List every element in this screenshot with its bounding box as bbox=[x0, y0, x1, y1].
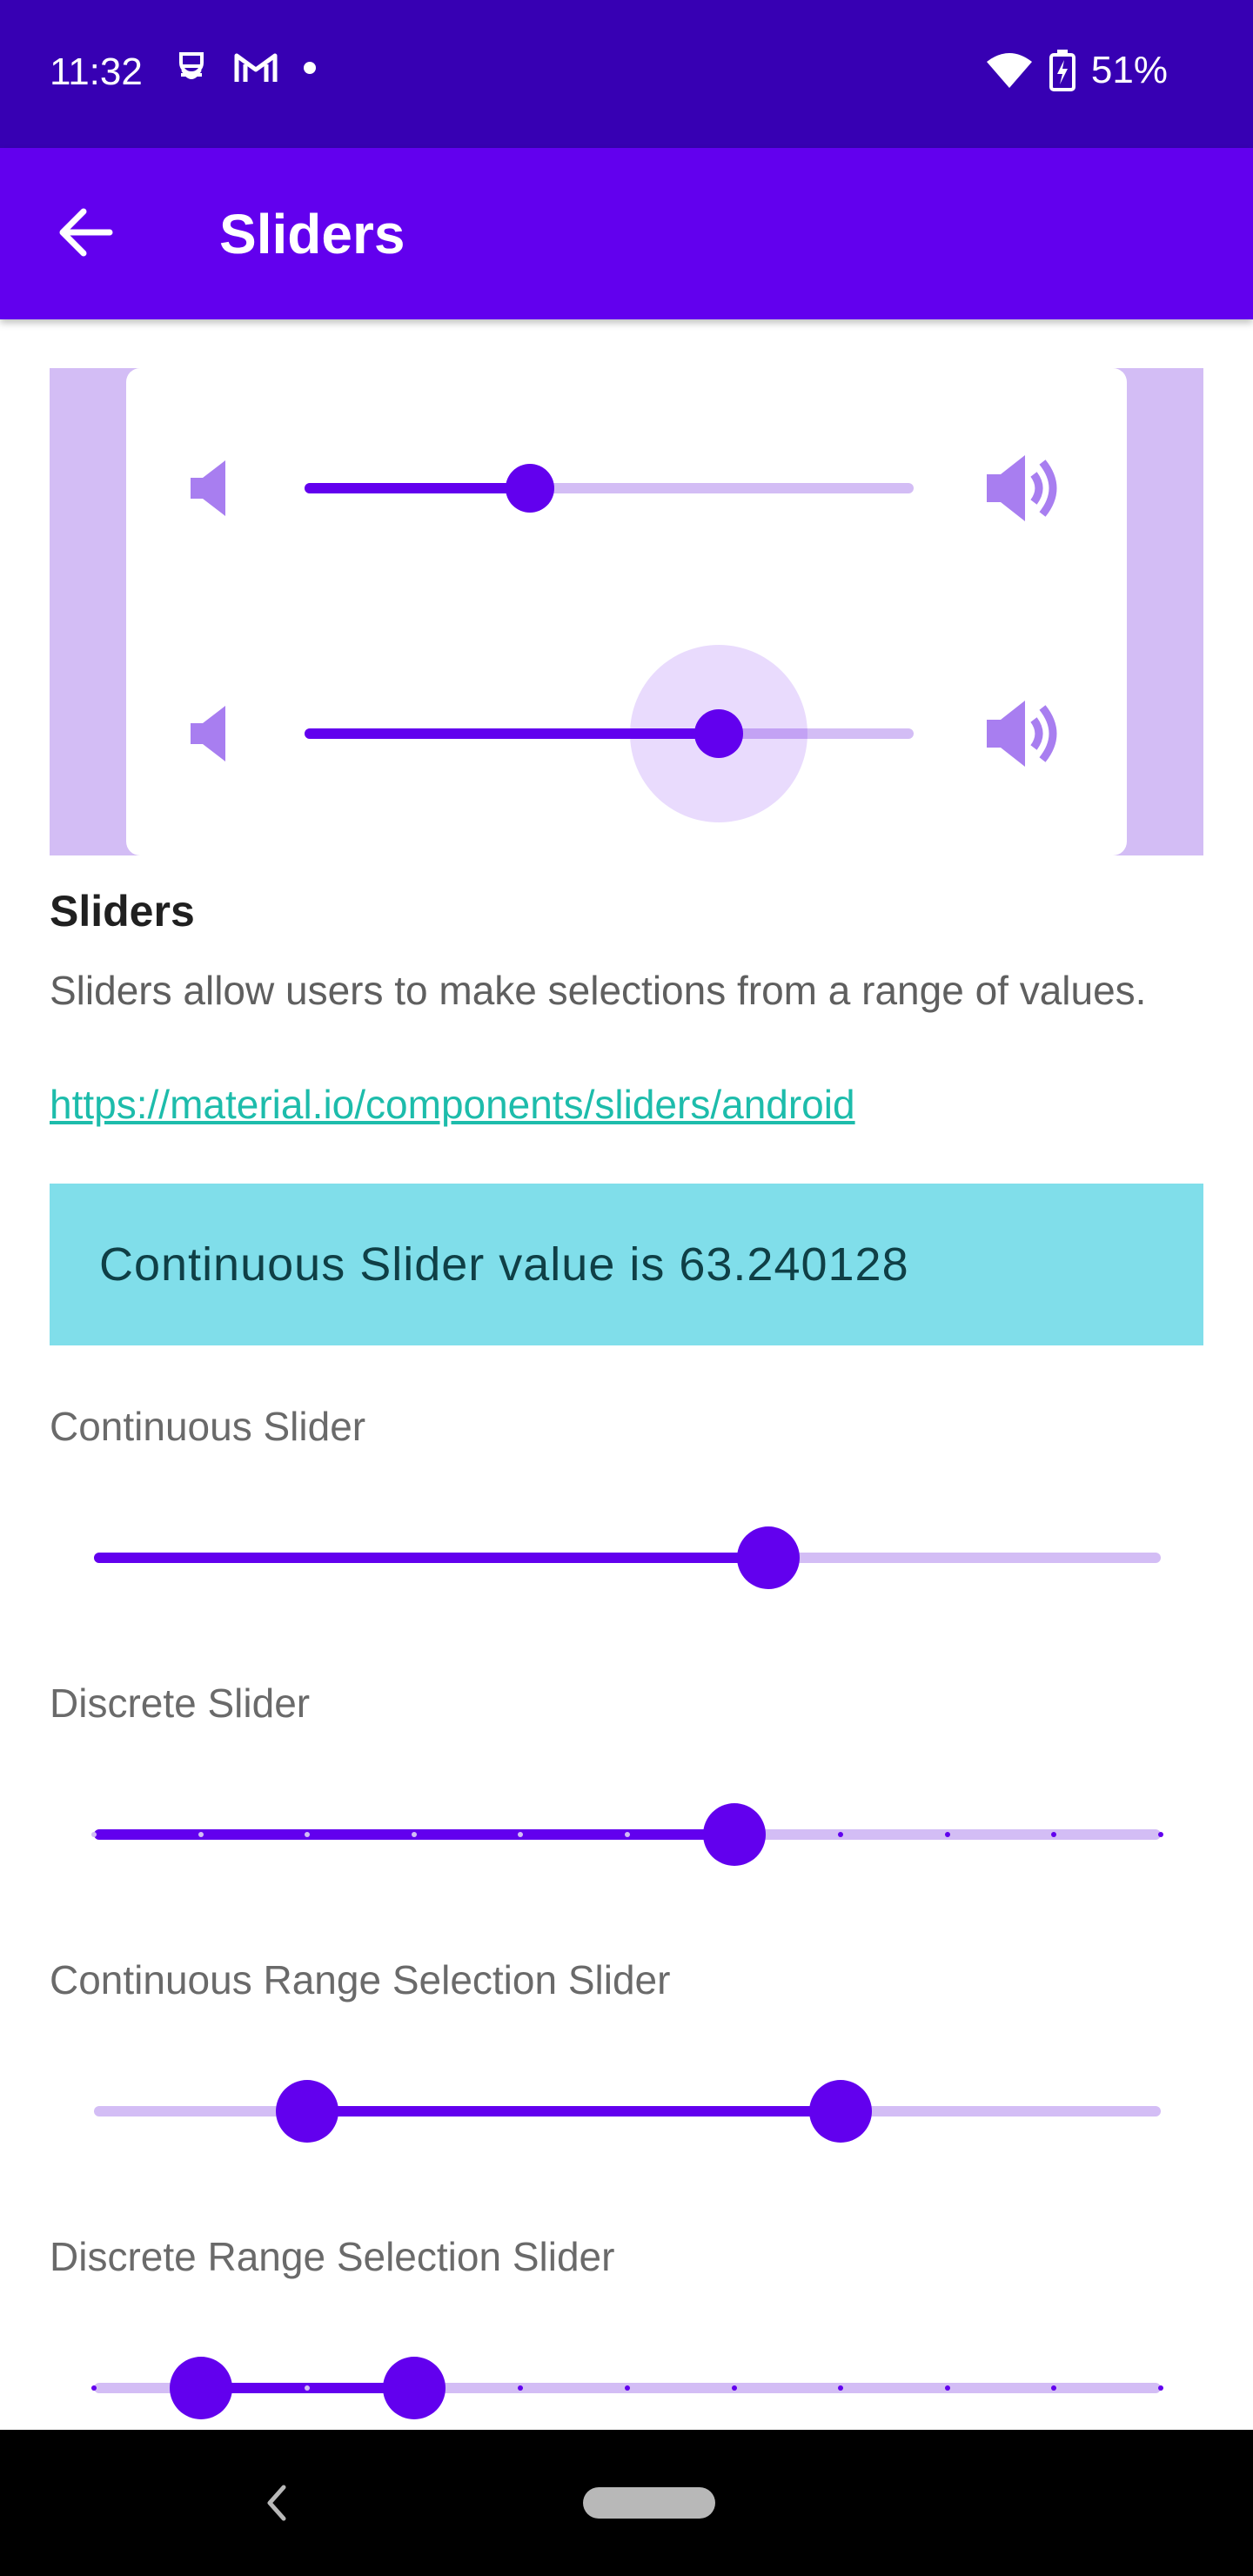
section-title: Sliders bbox=[50, 887, 195, 936]
slider-thumb[interactable] bbox=[702, 1803, 766, 1866]
slider-tick-mark bbox=[91, 1832, 97, 1837]
continuous-slider[interactable] bbox=[0, 1514, 1253, 1601]
status-bar: 11:32 51% bbox=[0, 0, 1253, 148]
page-title: Sliders bbox=[219, 203, 405, 265]
continuous-range-slider-label: Continuous Range Selection Slider bbox=[50, 1957, 671, 2002]
continuous-range-slider[interactable] bbox=[0, 2068, 1253, 2155]
slider-start-thumb[interactable] bbox=[169, 2357, 232, 2419]
status-right: 51% bbox=[985, 49, 1168, 92]
hero-slider-thumb[interactable] bbox=[506, 464, 554, 513]
nav-home-pill[interactable] bbox=[583, 2487, 715, 2519]
slider-thumb[interactable] bbox=[736, 1526, 800, 1589]
gmail-icon bbox=[234, 53, 278, 82]
slider-value-text: Continuous Slider value is 63.240128 bbox=[99, 1238, 909, 1291]
hero-card bbox=[126, 368, 1127, 855]
discrete-slider-label: Discrete Slider bbox=[50, 1680, 311, 1726]
slider-tick-mark bbox=[944, 2385, 950, 2391]
slider-active-track bbox=[94, 1553, 768, 1563]
slider-tick-mark bbox=[411, 1832, 417, 1837]
slider-tick-mark bbox=[625, 2385, 630, 2391]
volume-high-icon bbox=[987, 455, 1057, 521]
slider-tick-mark bbox=[198, 1832, 204, 1837]
notification-icons bbox=[174, 49, 317, 87]
arrow-left-icon[interactable] bbox=[54, 202, 115, 263]
slider-end-thumb[interactable] bbox=[382, 2357, 446, 2419]
discrete-range-slider-label: Discrete Range Selection Slider bbox=[50, 2234, 615, 2279]
hero-volume-slider bbox=[126, 401, 1127, 575]
status-time: 11:32 bbox=[50, 50, 143, 93]
slider-tick-mark bbox=[1158, 1832, 1163, 1837]
wifi-icon bbox=[986, 53, 1032, 88]
system-navigation-bar bbox=[0, 2430, 1253, 2576]
hero-slider-thumb[interactable] bbox=[694, 709, 743, 758]
slider-end-thumb[interactable] bbox=[809, 2080, 873, 2143]
slider-value-banner: Continuous Slider value is 63.240128 bbox=[50, 1184, 1203, 1345]
battery-percentage: 51% bbox=[1090, 49, 1168, 91]
dot-icon bbox=[304, 62, 316, 74]
hero-volume-slider bbox=[126, 645, 1127, 822]
discrete-range-slider[interactable] bbox=[0, 2345, 1253, 2432]
continuous-slider-label: Continuous Slider bbox=[50, 1404, 366, 1449]
hero-illustration bbox=[50, 368, 1203, 855]
slider-active-track bbox=[307, 2106, 841, 2116]
app-bar: Sliders bbox=[0, 148, 1253, 319]
discrete-slider[interactable] bbox=[0, 1791, 1253, 1878]
documentation-link[interactable]: https://material.io/components/sliders/a… bbox=[50, 1081, 855, 1128]
slider-tick-mark bbox=[944, 1832, 950, 1837]
section-description: Sliders allow users to make selections f… bbox=[50, 968, 1147, 1013]
slider-tick-mark bbox=[1158, 2385, 1163, 2391]
hero-slider-active-track bbox=[305, 483, 530, 493]
volume-high-icon bbox=[987, 701, 1057, 767]
slider-tick-mark bbox=[91, 2385, 97, 2391]
pocket-icon bbox=[179, 52, 204, 79]
volume-low-icon bbox=[191, 460, 225, 516]
slider-tick-mark bbox=[731, 2385, 737, 2391]
slider-start-thumb[interactable] bbox=[276, 2080, 339, 2143]
battery-charging-icon bbox=[1049, 50, 1075, 91]
slider-tick-mark bbox=[625, 1832, 630, 1837]
volume-low-icon bbox=[191, 706, 225, 761]
nav-back-icon[interactable] bbox=[258, 2475, 292, 2531]
